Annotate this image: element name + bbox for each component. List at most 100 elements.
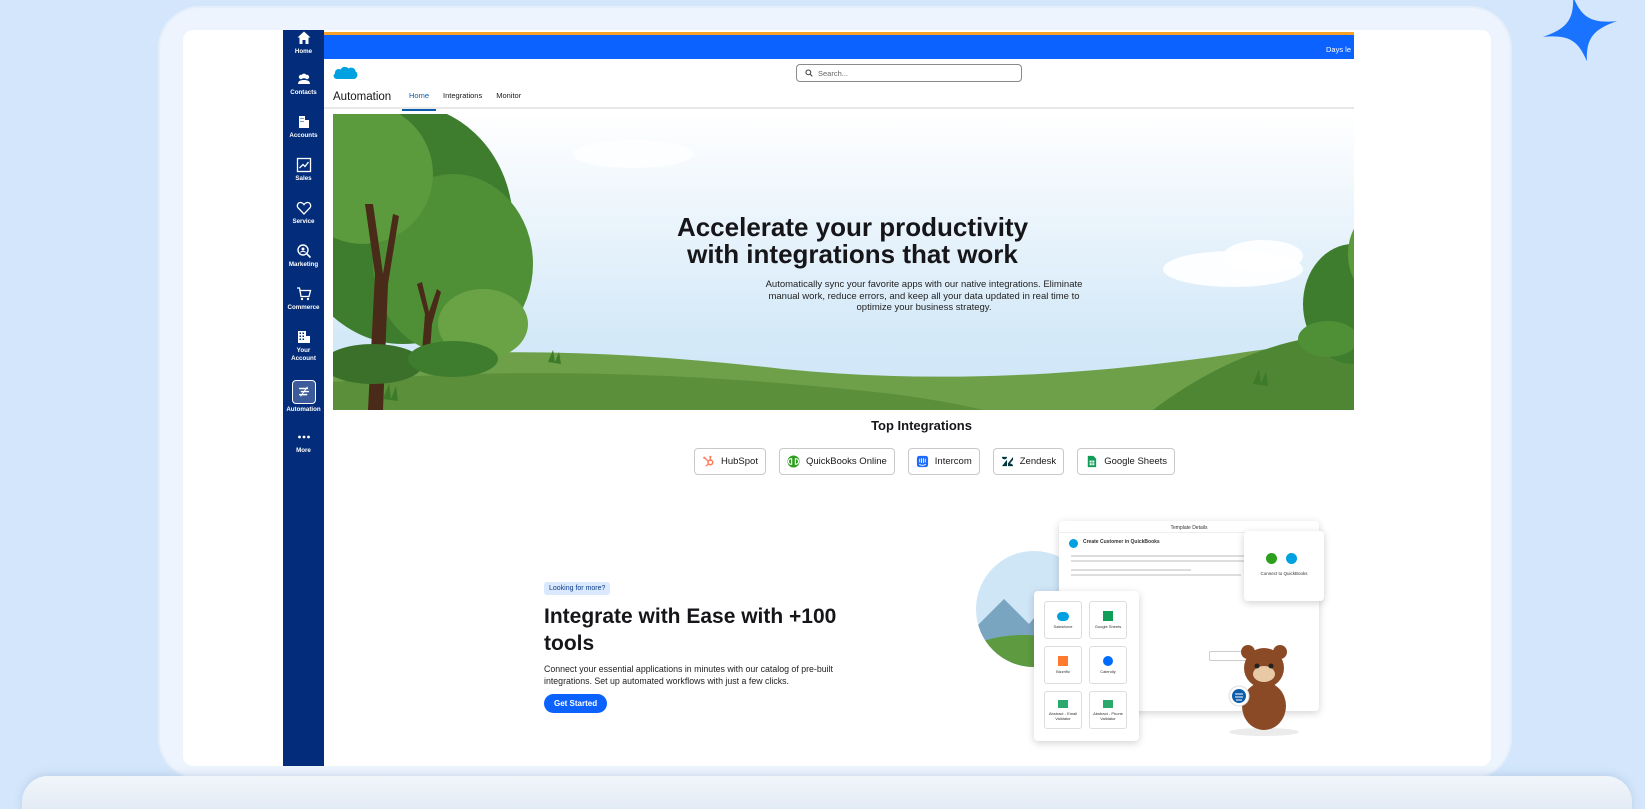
app-window: Days le Automation Home Integrations Mon… <box>324 32 1354 766</box>
automation-icon-box <box>291 380 316 404</box>
template-icon <box>1069 539 1078 548</box>
sidebar-item-label: Sales <box>295 175 312 182</box>
google-sheets-icon <box>1103 611 1113 621</box>
hero-banner: Accelerate your productivity with integr… <box>333 114 1354 410</box>
tile-label: Salesforce <box>1053 623 1073 629</box>
hero-title-line-1: Accelerate your productivity <box>676 212 1029 242</box>
tile-google-sheets: Google Sheets <box>1089 601 1127 639</box>
trial-banner: Days le <box>324 32 1354 59</box>
cart-icon <box>296 287 311 301</box>
tile-label: Google Sheets <box>1094 624 1122 629</box>
tile-label: Bizzrific <box>1056 669 1070 674</box>
sidebar-item-service[interactable]: Service <box>283 200 324 226</box>
home-icon <box>297 31 310 44</box>
tab-home[interactable]: Home <box>402 91 437 111</box>
zendesk-icon <box>1001 456 1013 467</box>
sidebar-item-label: Home <box>294 48 313 55</box>
get-started-button[interactable]: Get Started <box>544 694 608 713</box>
contacts-icon <box>297 73 310 84</box>
integration-chip-label: Google Sheets <box>1104 456 1168 467</box>
promo-section: Looking for more? Integrate with Ease wi… <box>544 577 844 713</box>
salesforce-icon <box>1286 553 1297 564</box>
grid-building-icon <box>297 331 310 343</box>
sidebar-item-home[interactable]: Home <box>283 30 324 56</box>
calendly-icon <box>1103 656 1113 666</box>
sidebar-item-marketing[interactable]: Marketing <box>283 243 324 269</box>
automation-icon <box>298 386 309 397</box>
building-icon <box>298 116 309 128</box>
promo-badge: Looking for more? <box>544 582 611 595</box>
integration-tiles-card: Salesforce Google Sheets Bizzrific Calen… <box>1034 591 1139 741</box>
tab-monitor[interactable]: Monitor <box>489 91 528 111</box>
laptop-base <box>22 776 1632 809</box>
text-line <box>1071 574 1241 576</box>
integration-chip-google-sheets[interactable]: Google Sheets <box>1077 448 1176 475</box>
intercom-icon <box>916 455 928 468</box>
google-sheets-icon <box>1087 455 1097 468</box>
tile-label: Calendly <box>1100 669 1116 674</box>
integration-chip-label: Zendesk <box>1019 456 1057 467</box>
integration-chip-intercom[interactable]: Intercom <box>907 448 980 475</box>
integration-chip-label: QuickBooks Online <box>805 456 887 467</box>
sidebar-item-automation[interactable]: Automation <box>283 380 324 414</box>
search-icon <box>805 69 813 77</box>
top-integrations-list: HubSpot QuickBooks Online Intercom Zende… <box>694 448 1176 475</box>
magnify-icon <box>296 244 311 259</box>
connect-card: Connect to QuickBooks <box>1244 531 1324 601</box>
tile-bizzrific: Bizzrific <box>1044 646 1082 684</box>
sidebar-item-label: Your Account <box>291 347 316 362</box>
hero-title: Accelerate your productivity with integr… <box>333 214 1354 268</box>
integration-chip-label: Intercom <box>934 456 972 467</box>
sidebar-item-label: Service <box>292 218 315 225</box>
integration-chip-label: HubSpot <box>721 456 758 467</box>
promo-illustration: Template Details Create Customer in Quic… <box>974 511 1334 761</box>
abstract-email-icon <box>1058 699 1068 708</box>
chart-icon <box>296 157 311 173</box>
connect-label: Connect to QuickBooks <box>1260 571 1308 576</box>
quickbooks-icon <box>787 455 800 468</box>
hero-title-line-2: with integrations that work <box>687 239 1018 269</box>
sidebar-item-label: Automation <box>286 406 321 413</box>
sidebar-item-label: Commerce <box>287 304 320 311</box>
integration-chip-zendesk[interactable]: Zendesk <box>992 448 1065 475</box>
tile-abstract-phone: Abstract - Phone Validator <box>1089 691 1127 729</box>
quickbooks-icon <box>1266 553 1277 564</box>
global-search[interactable] <box>796 64 1022 82</box>
tile-abstract-email: Abstract - Email Validator <box>1044 691 1082 729</box>
sidebar-item-label: Accounts <box>289 132 318 139</box>
app-name: Automation <box>333 91 392 103</box>
top-integrations-title: Top Integrations <box>871 418 972 433</box>
text-line <box>1071 555 1271 557</box>
tab-integrations[interactable]: Integrations <box>436 91 489 111</box>
integration-chip-hubspot[interactable]: HubSpot <box>694 448 766 475</box>
app-header: Automation Home Integrations Monitor <box>324 59 1354 111</box>
tile-label: Abstract - Phone Validator <box>1093 710 1123 721</box>
mascot-illustration <box>1228 645 1299 736</box>
sidebar-item-label: Contacts <box>290 89 317 96</box>
sidebar-item-sales[interactable]: Sales <box>283 157 324 183</box>
sidebar-item-label: Marketing <box>288 261 319 268</box>
more-icon <box>297 435 310 439</box>
sidebar-item-accounts[interactable]: Accounts <box>283 114 324 140</box>
home-content: Accelerate your productivity with integr… <box>324 111 1354 766</box>
global-sidebar: Home Contacts Accounts Sales Service Mar… <box>283 30 324 766</box>
bizzrific-icon <box>1058 656 1068 666</box>
laptop-screen: Home Contacts Accounts Sales Service Mar… <box>183 30 1491 766</box>
text-line <box>1071 560 1261 562</box>
sidebar-item-contacts[interactable]: Contacts <box>283 71 324 97</box>
sidebar-item-your-account[interactable]: Your Account <box>283 329 324 363</box>
salesforce-logo-icon[interactable] <box>332 64 358 82</box>
search-input[interactable] <box>818 68 1008 78</box>
hero-subtitle: Automatically sync your favorite apps wi… <box>765 279 1083 313</box>
sidebar-item-commerce[interactable]: Commerce <box>283 286 324 312</box>
tile-salesforce: Salesforce <box>1044 601 1082 639</box>
integration-chip-quickbooks[interactable]: QuickBooks Online <box>778 448 895 475</box>
text-line <box>1071 569 1191 571</box>
days-left-text: Days le <box>1326 45 1352 54</box>
sidebar-item-more[interactable]: More <box>283 429 324 455</box>
app-tabs: Home Integrations Monitor <box>402 91 528 111</box>
salesforce-icon <box>1057 611 1069 621</box>
hubspot-icon <box>703 455 714 467</box>
tile-calendly: Calendly <box>1089 646 1127 684</box>
sparkle-icon <box>1542 0 1618 62</box>
